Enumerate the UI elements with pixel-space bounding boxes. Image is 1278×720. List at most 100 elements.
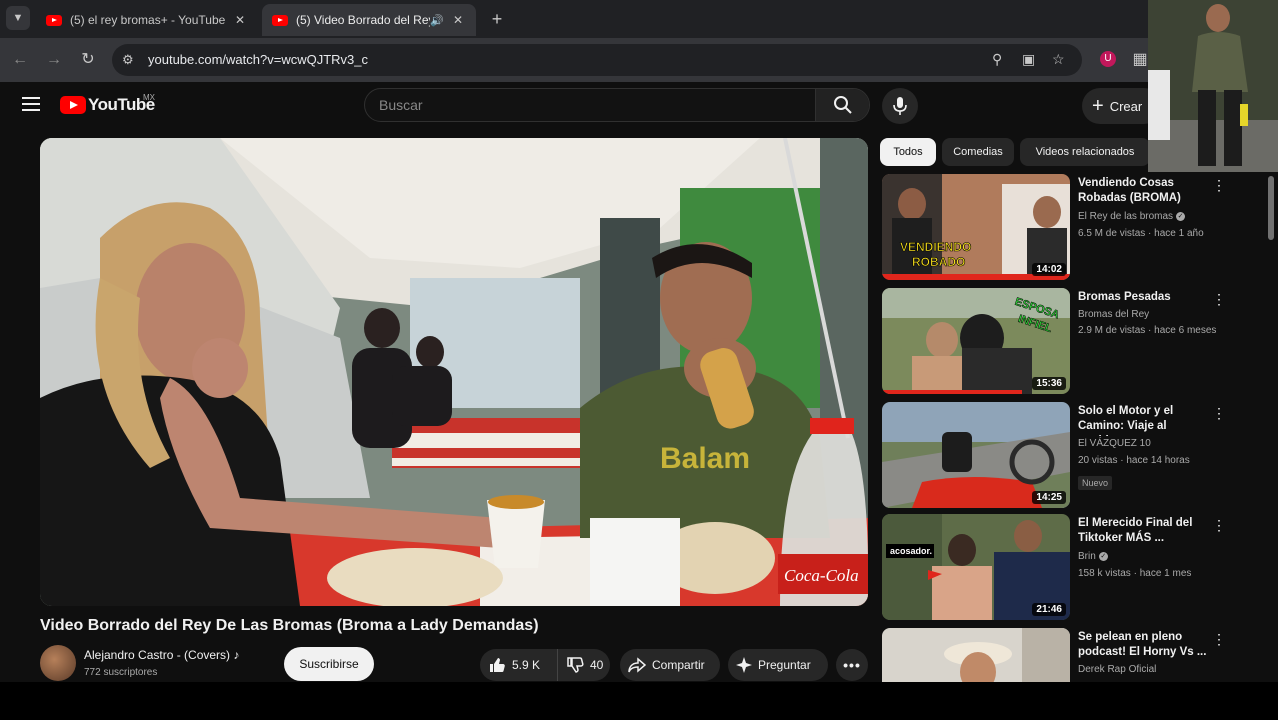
channel-name-text[interactable]: Alejandro Castro - (Covers) <box>84 648 230 662</box>
more-vert-icon[interactable]: ⋮ <box>1212 406 1226 420</box>
like-count: 5.9 K <box>512 658 541 672</box>
youtube-favicon-icon <box>46 14 62 26</box>
video-thumbnail[interactable]: VENDIENDO ROBADO 14:02 <box>882 174 1070 280</box>
recommendation-item[interactable]: Se pelean en pleno podcast! El Horny Vs … <box>882 628 1272 682</box>
new-badge: Nuevo <box>1078 476 1113 490</box>
video-thumbnail[interactable] <box>882 628 1070 682</box>
bottom-bar <box>0 682 1278 720</box>
recommendation-item[interactable]: 14:25 Solo el Motor y el Camino: Viaje a… <box>882 402 1272 508</box>
channel-text[interactable]: Brin <box>1078 551 1096 562</box>
close-tab-icon[interactable]: ✕ <box>450 13 466 27</box>
chip-videos-relacionados[interactable]: Videos relacionados <box>1020 138 1150 166</box>
recommendation-title[interactable]: Vendiendo Cosas Robadas (BROMA) <box>1078 176 1210 206</box>
recommendation-channel[interactable]: Derek Rap Oficial <box>1078 664 1156 675</box>
recommendation-item[interactable]: ESPOSA INFIEL 15:36 Bromas Pesadas Broma… <box>882 288 1272 394</box>
recommendation-item[interactable]: acosador. 21:46 El Merecido Final del Ti… <box>882 514 1272 620</box>
verified-icon: ✓ <box>1098 551 1108 561</box>
screen: ▼ (5) el rey bromas+ - YouTube ✕ (5) Vid… <box>0 0 1278 720</box>
video-thumbnail[interactable]: ESPOSA INFIEL 15:36 <box>882 288 1070 394</box>
share-icon <box>628 657 646 673</box>
dislike-count: 40 <box>590 658 604 672</box>
speaker-icon[interactable]: 🔊 <box>430 14 444 27</box>
thumbnail-caption: acosador. <box>890 546 933 556</box>
duration-badge: 21:46 <box>1032 603 1066 616</box>
channel-name[interactable]: Alejandro Castro - (Covers) ♪ <box>84 648 239 662</box>
more-vert-icon[interactable]: ⋮ <box>1212 292 1226 306</box>
extension-icon[interactable]: U <box>1100 51 1116 67</box>
like-icon <box>490 658 505 672</box>
music-note-icon: ♪ <box>233 648 240 662</box>
tab-el-rey-bromas[interactable]: (5) el rey bromas+ - YouTube ✕ <box>36 4 258 36</box>
forward-arrow-icon[interactable]: → <box>42 48 66 72</box>
shirt-text: Balam <box>660 442 750 475</box>
close-tab-icon[interactable]: ✕ <box>232 13 248 27</box>
more-vert-icon[interactable]: ⋮ <box>1212 178 1226 192</box>
recommendation-meta: 6.5 M de vistas · hace 1 año <box>1078 228 1204 239</box>
search-icon <box>833 96 852 114</box>
sidebar-scrollbar[interactable] <box>1268 176 1274 240</box>
url-text[interactable]: youtube.com/watch?v=wcwQJTRv3_c <box>148 52 368 67</box>
duration-badge: 14:25 <box>1032 491 1066 504</box>
more-actions-button[interactable]: ••• <box>836 649 868 681</box>
subscribe-button[interactable]: Suscribirse <box>284 647 374 681</box>
search-button[interactable] <box>815 89 869 121</box>
like-dislike-group: 5.9 K 40 <box>480 649 610 681</box>
bottle-label: Coca-Cola <box>784 566 859 585</box>
more-vert-icon[interactable]: ⋮ <box>1212 518 1226 532</box>
dislike-button[interactable]: 40 <box>558 656 603 674</box>
recommendation-title[interactable]: Solo el Motor y el Camino: Viaje al pueb… <box>1078 404 1210 436</box>
site-info-icon[interactable]: ⚙ <box>122 52 134 68</box>
search-box <box>364 88 870 122</box>
chip-comedias[interactable]: Comedias <box>942 138 1014 166</box>
duration-badge: 15:36 <box>1032 377 1066 390</box>
recommendation-channel[interactable]: Bromas del Rey <box>1078 309 1149 320</box>
voice-search-button[interactable] <box>882 88 918 124</box>
verified-icon: ✓ <box>1176 211 1186 221</box>
recommendation-channel[interactable]: El VÁZQUEZ 10 <box>1078 438 1151 449</box>
thumbnail-image <box>882 628 1070 682</box>
thumbnail-caption: ROBADO <box>912 255 965 269</box>
zoom-icon[interactable]: ⚲ <box>992 51 1002 68</box>
youtube-logo[interactable]: YouTube <box>60 95 155 115</box>
channel-avatar[interactable] <box>40 645 76 681</box>
chip-todos[interactable]: Todos <box>880 138 936 166</box>
thumbnail-caption: VENDIENDO <box>900 240 971 254</box>
recommendation-channel[interactable]: Brin ✓ <box>1078 551 1108 562</box>
recommendation-meta: 158 k vistas · hace 1 mes <box>1078 568 1192 579</box>
recommendation-title[interactable]: Se pelean en pleno podcast! El Horny Vs … <box>1078 630 1210 660</box>
browser-tab-bar: ▼ (5) el rey bromas+ - YouTube ✕ (5) Vid… <box>0 0 1278 38</box>
menu-icon[interactable] <box>22 97 40 111</box>
recommendation-item[interactable]: VENDIENDO ROBADO 14:02 Vendiendo Cosas R… <box>882 174 1272 280</box>
video-thumbnail[interactable]: 14:25 <box>882 402 1070 508</box>
bookmark-star-icon[interactable]: ☆ <box>1052 51 1065 68</box>
recommendation-meta: 20 vistas · hace 14 horas <box>1078 455 1190 466</box>
tab-title: (5) el rey bromas+ - YouTube <box>70 13 226 27</box>
install-app-icon[interactable]: ▣ <box>1022 51 1035 68</box>
video-thumbnail[interactable]: acosador. 21:46 <box>882 514 1070 620</box>
tab-video-borrado[interactable]: (5) Video Borrado del Rey De 🔊 ✕ <box>262 4 476 36</box>
tab-search-button[interactable]: ▼ <box>6 6 30 30</box>
more-vert-icon[interactable]: ⋮ <box>1212 632 1226 646</box>
like-button[interactable]: 5.9 K <box>480 649 558 681</box>
recommendation-title[interactable]: Bromas Pesadas <box>1078 290 1210 305</box>
recommendation-channel[interactable]: El Rey de las bromas ✓ <box>1078 211 1186 222</box>
video-title: Video Borrado del Rey De Las Bromas (Bro… <box>40 617 539 634</box>
new-tab-button[interactable]: + <box>486 8 508 30</box>
search-input[interactable] <box>365 89 817 121</box>
reload-icon[interactable]: ↻ <box>76 48 100 72</box>
back-arrow-icon[interactable]: ← <box>8 48 32 72</box>
channel-text[interactable]: El Rey de las bromas <box>1078 211 1173 222</box>
ask-label: Preguntar <box>758 658 811 672</box>
recommendation-title[interactable]: El Merecido Final del Tiktoker MÁS ... <box>1078 516 1210 546</box>
video-player[interactable]: Balam Coca-Cola <box>40 138 868 606</box>
country-code: MX <box>143 93 155 102</box>
youtube-masthead: YouTube MX + Crear <box>0 82 1278 130</box>
ask-button[interactable]: Preguntar <box>728 649 828 681</box>
filter-chips: Todos Comedias Videos relacionados <box>880 138 1150 166</box>
youtube-play-icon <box>60 96 86 114</box>
subscriber-count: 772 suscriptores <box>84 667 158 678</box>
duration-badge: 14:02 <box>1032 263 1066 276</box>
share-button[interactable]: Compartir <box>620 649 720 681</box>
address-bar[interactable]: ⚙ youtube.com/watch?v=wcwQJTRv3_c ⚲ ▣ ☆ <box>112 44 1082 76</box>
dislike-icon <box>567 657 584 673</box>
